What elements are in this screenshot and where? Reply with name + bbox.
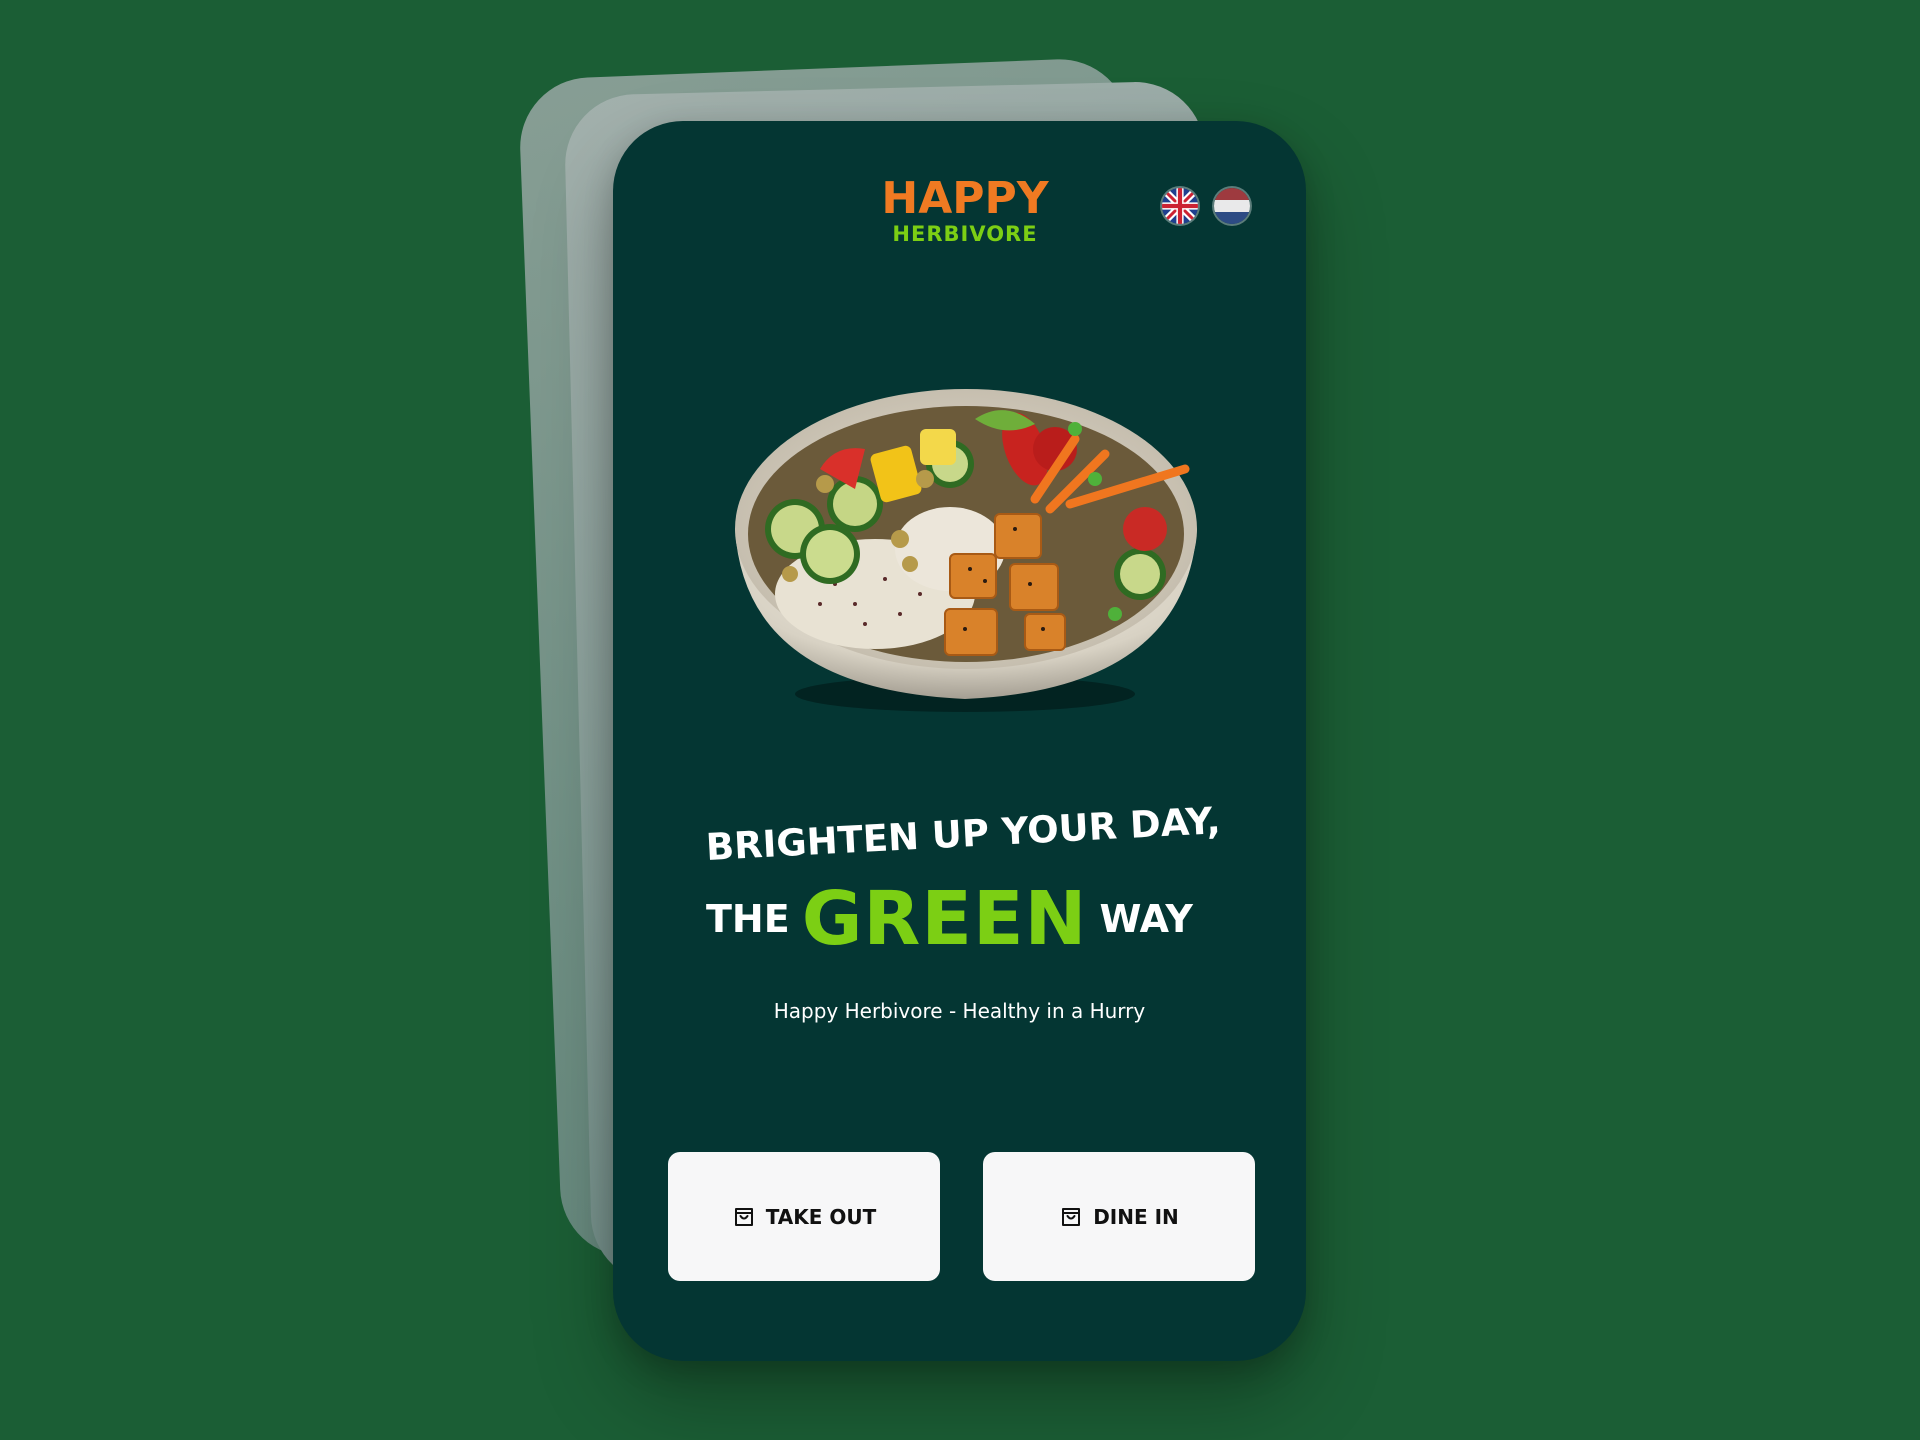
headline: BRIGHTEN UP YOUR DAY, THE GREEN WAY <box>705 799 1246 962</box>
logo[interactable]: HAPPY HERBIVORE <box>880 173 1050 246</box>
dine-in-label: DINE IN <box>1093 1204 1179 1229</box>
headline-way: WAY <box>1099 897 1193 941</box>
headline-green: GREEN <box>801 876 1088 962</box>
headline-line-2: THE GREEN WAY <box>706 876 1246 962</box>
nl-flag-icon[interactable] <box>1214 188 1250 224</box>
headline-the: THE <box>706 897 790 941</box>
dine-in-button[interactable]: DINE IN <box>983 1152 1255 1281</box>
take-out-button[interactable]: TAKE OUT <box>668 1152 940 1281</box>
logo-top-text: HAPPY <box>881 173 1049 224</box>
uk-flag-icon[interactable] <box>1162 188 1198 224</box>
phone-screen: HAPPY HERBIVORE BRIGHTEN UP YOUR DAY, TH… <box>613 121 1306 1361</box>
headline-line-1: BRIGHTEN UP YOUR DAY, <box>704 799 1222 869</box>
shopping-bag-icon <box>1062 1207 1081 1226</box>
vegan-bowl-image <box>725 369 1205 719</box>
shopping-bag-icon <box>734 1207 753 1226</box>
logo-bottom-text: HERBIVORE <box>892 222 1038 246</box>
stage: HAPPY HERBIVORE BRIGHTEN UP YOUR DAY, TH… <box>0 0 1920 1440</box>
tagline: Happy Herbivore - Healthy in a Hurry <box>773 999 1146 1023</box>
take-out-label: TAKE OUT <box>765 1204 877 1229</box>
